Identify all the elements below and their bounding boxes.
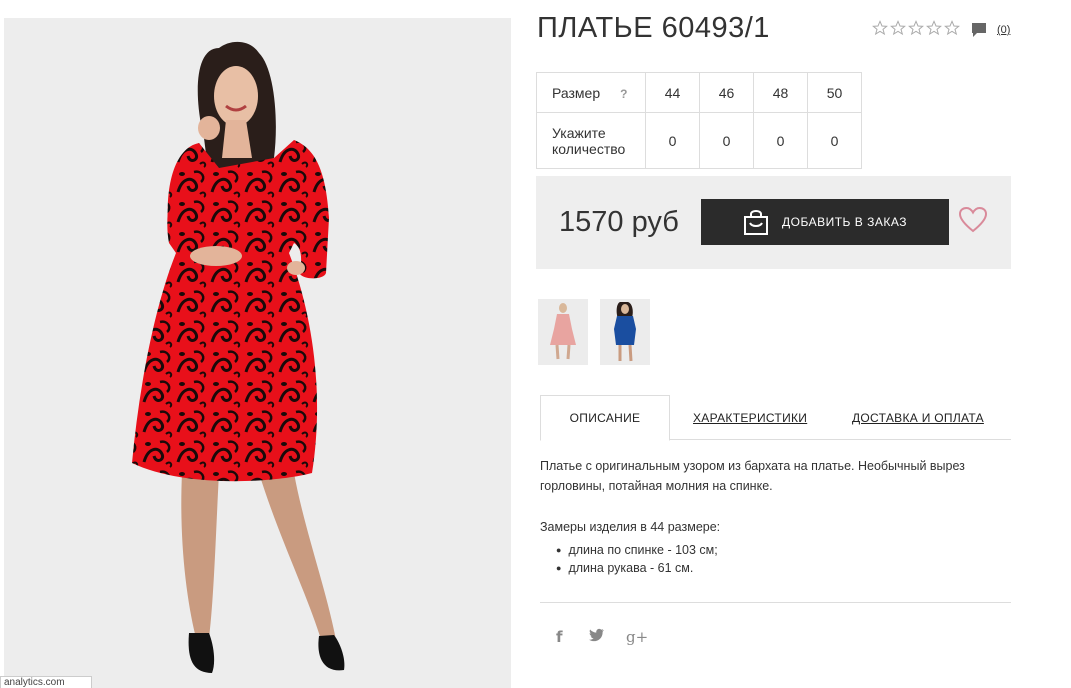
thumbnail-blue-illustration bbox=[614, 302, 636, 362]
dress-photo-illustration bbox=[132, 41, 345, 673]
product-info-tabs: ОПИСАНИЕ ХАРАКТЕРИСТИКИ ДОСТАВКА И ОПЛАТ… bbox=[540, 395, 1011, 441]
thumbnail-blue-dress[interactable] bbox=[600, 299, 650, 365]
thumbnail-pink-dress[interactable] bbox=[538, 299, 588, 365]
tab-characteristics[interactable]: ХАРАКТЕРИСТИКИ bbox=[693, 395, 807, 440]
comments-link[interactable]: (0) bbox=[971, 22, 1010, 38]
quantity-input-50[interactable]: 0 bbox=[807, 112, 862, 169]
product-description: Платье с оригинальным узором из бархата … bbox=[540, 459, 965, 493]
quantity-input-46[interactable]: 0 bbox=[699, 112, 754, 169]
size-value: 48 bbox=[753, 72, 808, 113]
size-value: 50 bbox=[807, 72, 862, 113]
product-price: 1570 руб bbox=[559, 206, 679, 238]
comments-count[interactable]: (0) bbox=[997, 24, 1010, 36]
shopping-bag-icon bbox=[744, 210, 768, 235]
divider bbox=[540, 602, 1011, 603]
comment-bubble-icon bbox=[972, 23, 986, 37]
size-help-icon[interactable]: ? bbox=[620, 87, 627, 101]
quantity-input-44[interactable]: 0 bbox=[645, 112, 700, 169]
size-quantity-table: Размер? 44 46 48 50 Укажите количество 0… bbox=[536, 72, 862, 169]
size-value: 46 bbox=[699, 72, 754, 113]
quantity-label: Укажите количество bbox=[536, 112, 646, 169]
buy-panel: 1570 руб ДОБАВИТЬ В ЗАКАЗ bbox=[536, 176, 1011, 269]
twitter-bird-icon bbox=[589, 628, 604, 642]
list-item: длина рукава - 61 см. bbox=[556, 560, 718, 578]
tab-description[interactable]: ОПИСАНИЕ bbox=[540, 395, 670, 441]
star-empty-icon[interactable] bbox=[890, 20, 906, 36]
add-to-order-button[interactable]: ДОБАВИТЬ В ЗАКАЗ bbox=[701, 199, 949, 245]
product-title: ПЛАТЬЕ 60493/1 bbox=[537, 12, 770, 44]
measurements-title: Замеры изделия в 44 размере: bbox=[540, 520, 721, 534]
star-empty-icon[interactable] bbox=[872, 20, 888, 36]
thumbnail-pink-illustration bbox=[550, 303, 576, 360]
heart-favorite-icon[interactable] bbox=[959, 207, 987, 233]
star-empty-icon[interactable] bbox=[908, 20, 924, 36]
measurements-list: длина по спинке - 103 см; длина рукава -… bbox=[556, 542, 718, 578]
quantity-input-48[interactable]: 0 bbox=[753, 112, 808, 169]
analytics-status-bar: analytics.com bbox=[0, 676, 92, 688]
star-empty-icon[interactable] bbox=[926, 20, 942, 36]
facebook-icon[interactable]: f bbox=[556, 628, 563, 646]
tab-delivery-payment[interactable]: ДОСТАВКА И ОПЛАТА bbox=[852, 395, 984, 440]
add-to-order-label: ДОБАВИТЬ В ЗАКАЗ bbox=[782, 215, 907, 229]
twitter-icon[interactable] bbox=[589, 628, 605, 646]
main-product-image[interactable] bbox=[4, 18, 511, 688]
rating-stars[interactable] bbox=[872, 20, 960, 36]
list-item: длина по спинке - 103 см; bbox=[556, 542, 717, 560]
size-value: 44 bbox=[645, 72, 700, 113]
googleplus-icon[interactable]: g+ bbox=[626, 628, 648, 646]
star-empty-icon[interactable] bbox=[944, 20, 960, 36]
size-label-cell: Размер? bbox=[536, 72, 646, 113]
size-label: Размер bbox=[552, 84, 601, 101]
